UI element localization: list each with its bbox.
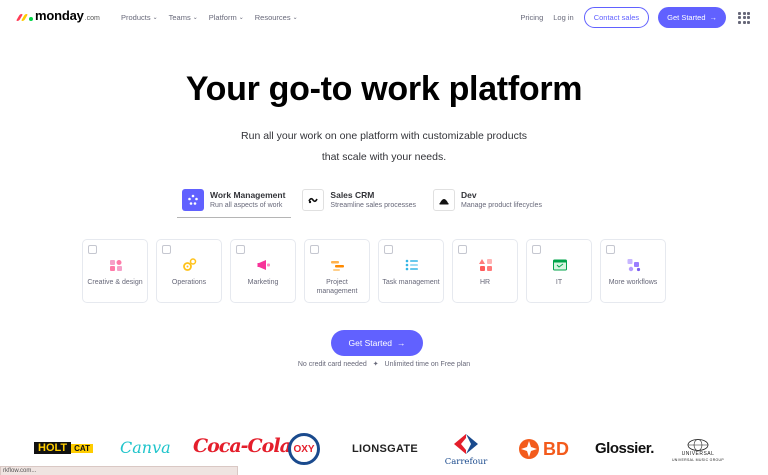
holt-cat-logo: HOLT CAT [34,440,93,456]
top-navigation: monday .com Products ⌄ Teams ⌄ Platform ⌄ R… [0,0,768,36]
universal-music-group-logo: UNIVERSAL UNIVERSAL MUSIC GROUP [670,436,726,464]
it-icon [553,258,567,272]
tab-label: Dev [461,189,477,200]
nav-actions: Pricing Log in Contact sales Get Started… [520,7,750,28]
card-project-management[interactable]: Project management [304,239,370,303]
card-operations[interactable]: Operations [156,239,222,303]
project-icon [331,258,345,272]
login-link[interactable]: Log in [553,13,573,22]
tab-sales-crm[interactable]: Sales CRM Streamline sales processes [297,184,422,216]
card-task-management[interactable]: Task management [378,239,444,303]
logo-suffix: .com [84,15,100,22]
sparkle-icon: ✦ [372,361,379,368]
nav-menu: Products ⌄ Teams ⌄ Platform ⌄ Resources ⌄ [121,13,298,22]
bd-logo: BD [518,438,569,460]
card-label: Creative & design [87,279,143,286]
apps-grid-icon[interactable] [738,11,750,24]
card-creative-design[interactable]: Creative & design [82,239,148,303]
chevron-down-icon: ⌄ [192,15,198,21]
get-started-label: Get Started [348,338,392,348]
monday-logo[interactable]: monday .com [15,8,100,23]
arrow-right-icon: → [396,338,406,348]
tab-label: Work Management [210,189,286,200]
checkbox[interactable] [532,245,541,254]
checkbox[interactable] [606,245,615,254]
tab-label: Sales CRM [330,189,375,200]
coca-cola-logo: Coca-Cola [193,435,292,457]
carrefour-logo: Carrefour [440,428,492,470]
operations-icon [183,258,197,272]
tab-description: Streamline sales processes [330,201,417,209]
task-list-icon [405,258,419,272]
monday-logo-icon [15,11,33,21]
checkbox[interactable] [384,245,393,254]
checkbox[interactable] [236,245,245,254]
tab-description: Manage product lifecycles [461,201,542,209]
card-hr[interactable]: HR [452,239,518,303]
cta-note: No credit card needed ✦ Unlimited time o… [0,360,768,368]
page-title: Your go-to work platform [185,70,583,108]
card-label: Project management [316,279,358,295]
sales-crm-icon [302,189,325,211]
hr-icon [479,258,493,272]
chevron-down-icon: ⌄ [152,15,158,21]
contact-sales-button[interactable]: Contact sales [583,7,650,28]
checkbox[interactable] [458,245,467,254]
checkbox[interactable] [310,245,319,254]
tab-description: Run all aspects of work [210,201,283,209]
lionsgate-logo: LIONSGATE [352,443,419,455]
product-tabs: Work Management Run all aspects of work … [177,184,554,218]
more-workflows-icon [627,258,641,272]
free-plan-text: Unlimited time on Free plan [384,361,471,368]
tab-dev[interactable]: Dev Manage product lifecycles [428,184,548,216]
nav-teams[interactable]: Teams ⌄ [169,13,198,22]
creative-icon [109,258,123,272]
nav-resources[interactable]: Resources ⌄ [255,13,298,22]
card-label: Task management [382,279,440,286]
nav-get-started-button[interactable]: Get Started → [658,7,726,28]
card-label: HR [479,279,491,286]
card-marketing[interactable]: Marketing [230,239,296,303]
logo-text: monday [35,8,84,23]
chevron-down-icon: ⌄ [238,15,244,21]
workflow-category-cards: Creative & design Operations Marketing P… [82,239,666,303]
hero-subtitle: Run all your work on one platform with c… [241,130,527,163]
canva-logo: Canva [120,438,171,457]
chevron-down-icon: ⌄ [292,15,298,21]
card-label: Marketing [247,279,279,286]
card-more-workflows[interactable]: More workflows [600,239,666,303]
globe-icon [687,438,709,451]
checkbox[interactable] [162,245,171,254]
nav-products[interactable]: Products ⌄ [121,13,158,22]
work-management-icon [182,189,204,211]
carrefour-icon [454,433,478,454]
megaphone-icon [257,258,271,272]
card-it[interactable]: IT [526,239,592,303]
oxy-logo: OXY [288,433,320,465]
glossier-logo: Glossier. [595,440,654,457]
browser-status-bar: rkflow.com... [0,466,238,475]
pricing-link[interactable]: Pricing [520,13,543,22]
tab-work-management[interactable]: Work Management Run all aspects of work [177,184,292,218]
nav-platform[interactable]: Platform ⌄ [209,13,244,22]
nav-get-started-label: Get Started [667,13,706,22]
bd-icon [519,439,539,459]
get-started-button[interactable]: Get Started → [331,330,423,356]
no-credit-card-text: No credit card needed [297,361,367,368]
card-label: Operations [171,279,207,286]
card-label: IT [555,279,563,286]
card-label: More workflows [608,279,658,286]
arrow-right-icon: → [709,13,718,22]
checkbox[interactable] [88,245,97,254]
dev-icon [433,189,456,211]
